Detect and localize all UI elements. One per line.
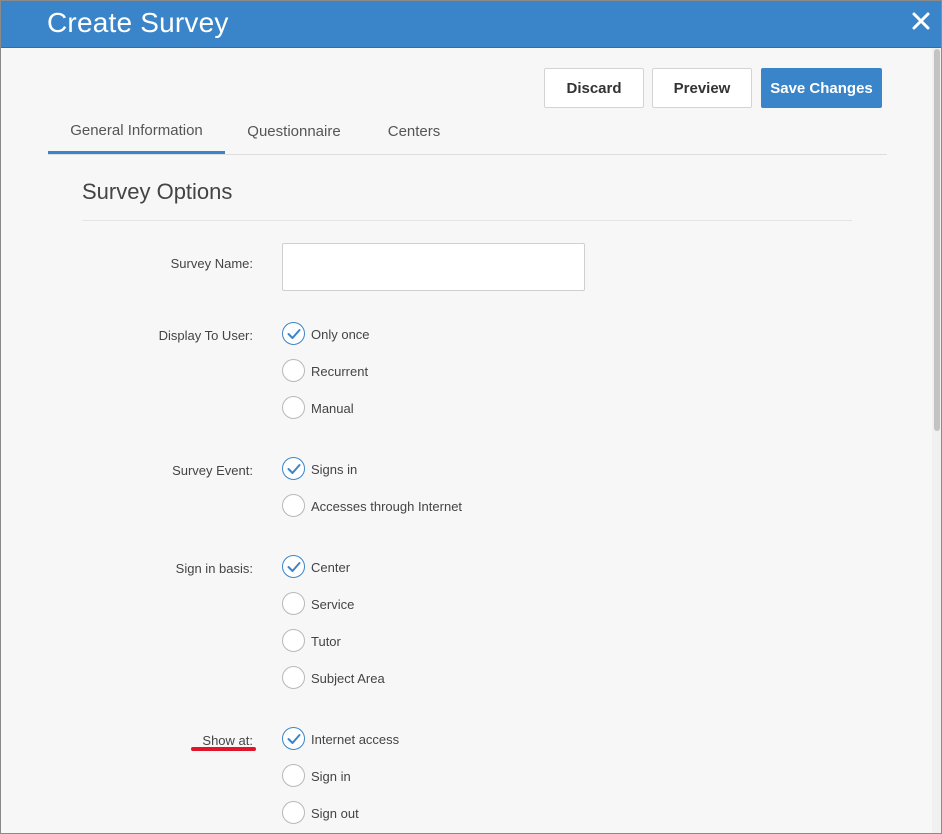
radio-accesses-through-internet[interactable]	[282, 494, 305, 517]
discard-button[interactable]: Discard	[544, 68, 644, 108]
option-label: Subject Area	[311, 671, 385, 686]
option-label: Internet access	[311, 732, 400, 747]
tab-general-information[interactable]: General Information	[48, 109, 225, 154]
save-changes-button[interactable]: Save Changes	[761, 68, 882, 108]
tab-bar: General Information Questionnaire Center…	[48, 109, 887, 155]
radio-recurrent[interactable]	[282, 359, 305, 382]
radio-sign-in[interactable]	[282, 764, 305, 787]
dialog-title: Create Survey	[47, 7, 229, 38]
sign-in-basis-label: Sign in basis:	[175, 561, 253, 576]
radio-sign-out[interactable]	[282, 801, 305, 824]
option-label: Tutor	[311, 634, 341, 649]
checkmark-icon	[287, 464, 301, 474]
tab-questionnaire[interactable]: Questionnaire	[240, 109, 348, 154]
checkmark-icon	[287, 734, 301, 744]
radio-only-once[interactable]	[282, 322, 305, 345]
option-label: Center	[311, 560, 351, 575]
radio-center[interactable]	[282, 555, 305, 578]
option-label: Sign out	[311, 806, 359, 821]
scrollbar-thumb[interactable]	[934, 49, 940, 431]
option-label: Only once	[311, 327, 370, 342]
radio-service[interactable]	[282, 592, 305, 615]
survey-name-input[interactable]	[282, 243, 585, 291]
create-survey-dialog: Create Survey Discard Preview Save Chang…	[0, 0, 942, 834]
show-at-label: Show at:	[202, 733, 253, 748]
option-label: Signs in	[311, 462, 358, 477]
section-title: Survey Options	[82, 179, 233, 204]
radio-signs-in[interactable]	[282, 457, 305, 480]
survey-event-label: Survey Event:	[172, 463, 253, 478]
checkmark-icon	[287, 562, 301, 572]
section-divider	[82, 220, 852, 221]
radio-manual[interactable]	[282, 396, 305, 419]
display-to-user-label: Display To User:	[158, 328, 253, 343]
dialog-titlebar: Create Survey	[1, 1, 941, 48]
radio-tutor[interactable]	[282, 629, 305, 652]
option-label: Sign in	[311, 769, 351, 784]
radio-subject-area[interactable]	[282, 666, 305, 689]
tab-centers[interactable]: Centers	[376, 109, 452, 154]
radio-internet-access[interactable]	[282, 727, 305, 750]
close-icon[interactable]	[909, 9, 933, 33]
annotation-underline	[191, 747, 256, 751]
checkmark-icon	[287, 329, 301, 339]
option-label: Recurrent	[311, 364, 369, 379]
option-label: Manual	[311, 401, 354, 416]
preview-button[interactable]: Preview	[652, 68, 752, 108]
survey-name-label: Survey Name:	[170, 256, 253, 271]
option-label: Accesses through Internet	[311, 499, 463, 514]
option-label: Service	[311, 597, 355, 612]
